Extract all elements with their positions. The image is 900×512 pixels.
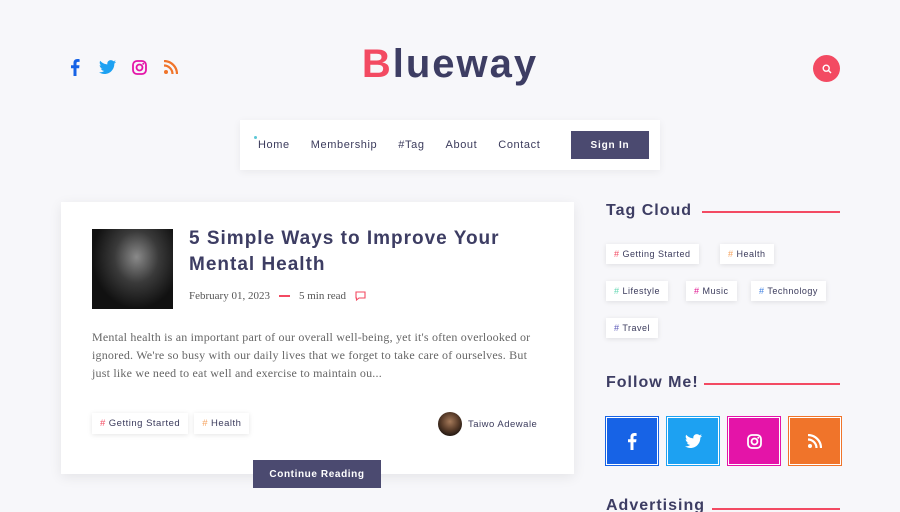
rss-icon (808, 434, 822, 448)
author-name: Taiwo Adewale (468, 418, 538, 430)
follow-title: Follow Me! (606, 374, 699, 391)
meta-divider (278, 295, 290, 297)
post-meta: February 01, 2023 5 min read (189, 290, 366, 302)
advertising-divider (712, 508, 840, 510)
tag-label: Health (736, 249, 766, 259)
follow-divider (704, 383, 840, 385)
nav-item-membership[interactable]: Membership (311, 139, 378, 151)
tag-label: Health (211, 418, 242, 429)
post-tag-getting-started[interactable]: # Getting Started (92, 413, 189, 434)
comment-icon[interactable] (355, 291, 366, 301)
instagram-icon (746, 433, 762, 449)
site-logo[interactable]: Blueway (0, 42, 900, 87)
tag-label: Music (702, 286, 729, 296)
post-date: February 01, 2023 (189, 290, 270, 302)
post-tag-health[interactable]: # Health (194, 413, 250, 434)
nav-item-home[interactable]: Home (254, 136, 290, 151)
logo-text: lueway (392, 42, 539, 86)
sign-in-button[interactable]: Sign In (571, 131, 649, 159)
nav-item-contact[interactable]: Contact (498, 139, 540, 151)
follow-twitter-button[interactable] (666, 416, 720, 466)
tag-label: Lifestyle (622, 286, 661, 296)
facebook-icon (628, 432, 637, 450)
follow-instagram-button[interactable] (727, 416, 781, 466)
sidebar-tag-lifestyle[interactable]: # Lifestyle (606, 281, 669, 301)
sidebar-tag-travel[interactable]: # Travel (606, 318, 659, 338)
post-title[interactable]: 5 Simple Ways to Improve Your Mental Hea… (189, 226, 549, 278)
tag-label: Travel (622, 323, 651, 333)
tag-label: Getting Started (108, 418, 181, 429)
advertising-title: Advertising (606, 497, 706, 512)
post-read-time: 5 min read (298, 290, 347, 302)
search-icon (821, 63, 831, 73)
post-thumbnail[interactable] (92, 229, 173, 309)
tag-label: Technology (767, 286, 818, 296)
tag-cloud-title: Tag Cloud (606, 202, 693, 219)
sidebar-tag-technology[interactable]: # Technology (751, 281, 826, 301)
follow-rss-button[interactable] (788, 416, 842, 466)
post-author[interactable]: Taiwo Adewale (438, 412, 537, 436)
post-excerpt: Mental health is an important part of ou… (92, 330, 531, 380)
tag-cloud-divider (702, 211, 840, 213)
continue-reading-button[interactable]: Continue Reading (253, 460, 381, 488)
sidebar-tag-health[interactable]: # Health (720, 244, 774, 264)
tag-label: Getting Started (622, 249, 691, 259)
avatar (438, 412, 462, 436)
post-card: 5 Simple Ways to Improve Your Mental Hea… (61, 202, 574, 474)
sidebar-tag-getting-started[interactable]: # Getting Started (606, 244, 699, 264)
nav-item-about[interactable]: About (446, 139, 478, 151)
nav-item-tag[interactable]: #Tag (398, 139, 424, 151)
post-tags: # Getting Started # Health (92, 413, 250, 434)
follow-facebook-button[interactable] (605, 416, 659, 466)
search-button[interactable] (813, 55, 840, 82)
twitter-icon (684, 434, 702, 448)
sidebar-tag-music[interactable]: # Music (686, 281, 737, 301)
logo-initial: B (361, 42, 393, 86)
main-nav: Home Membership #Tag About Contact Sign … (240, 120, 660, 170)
